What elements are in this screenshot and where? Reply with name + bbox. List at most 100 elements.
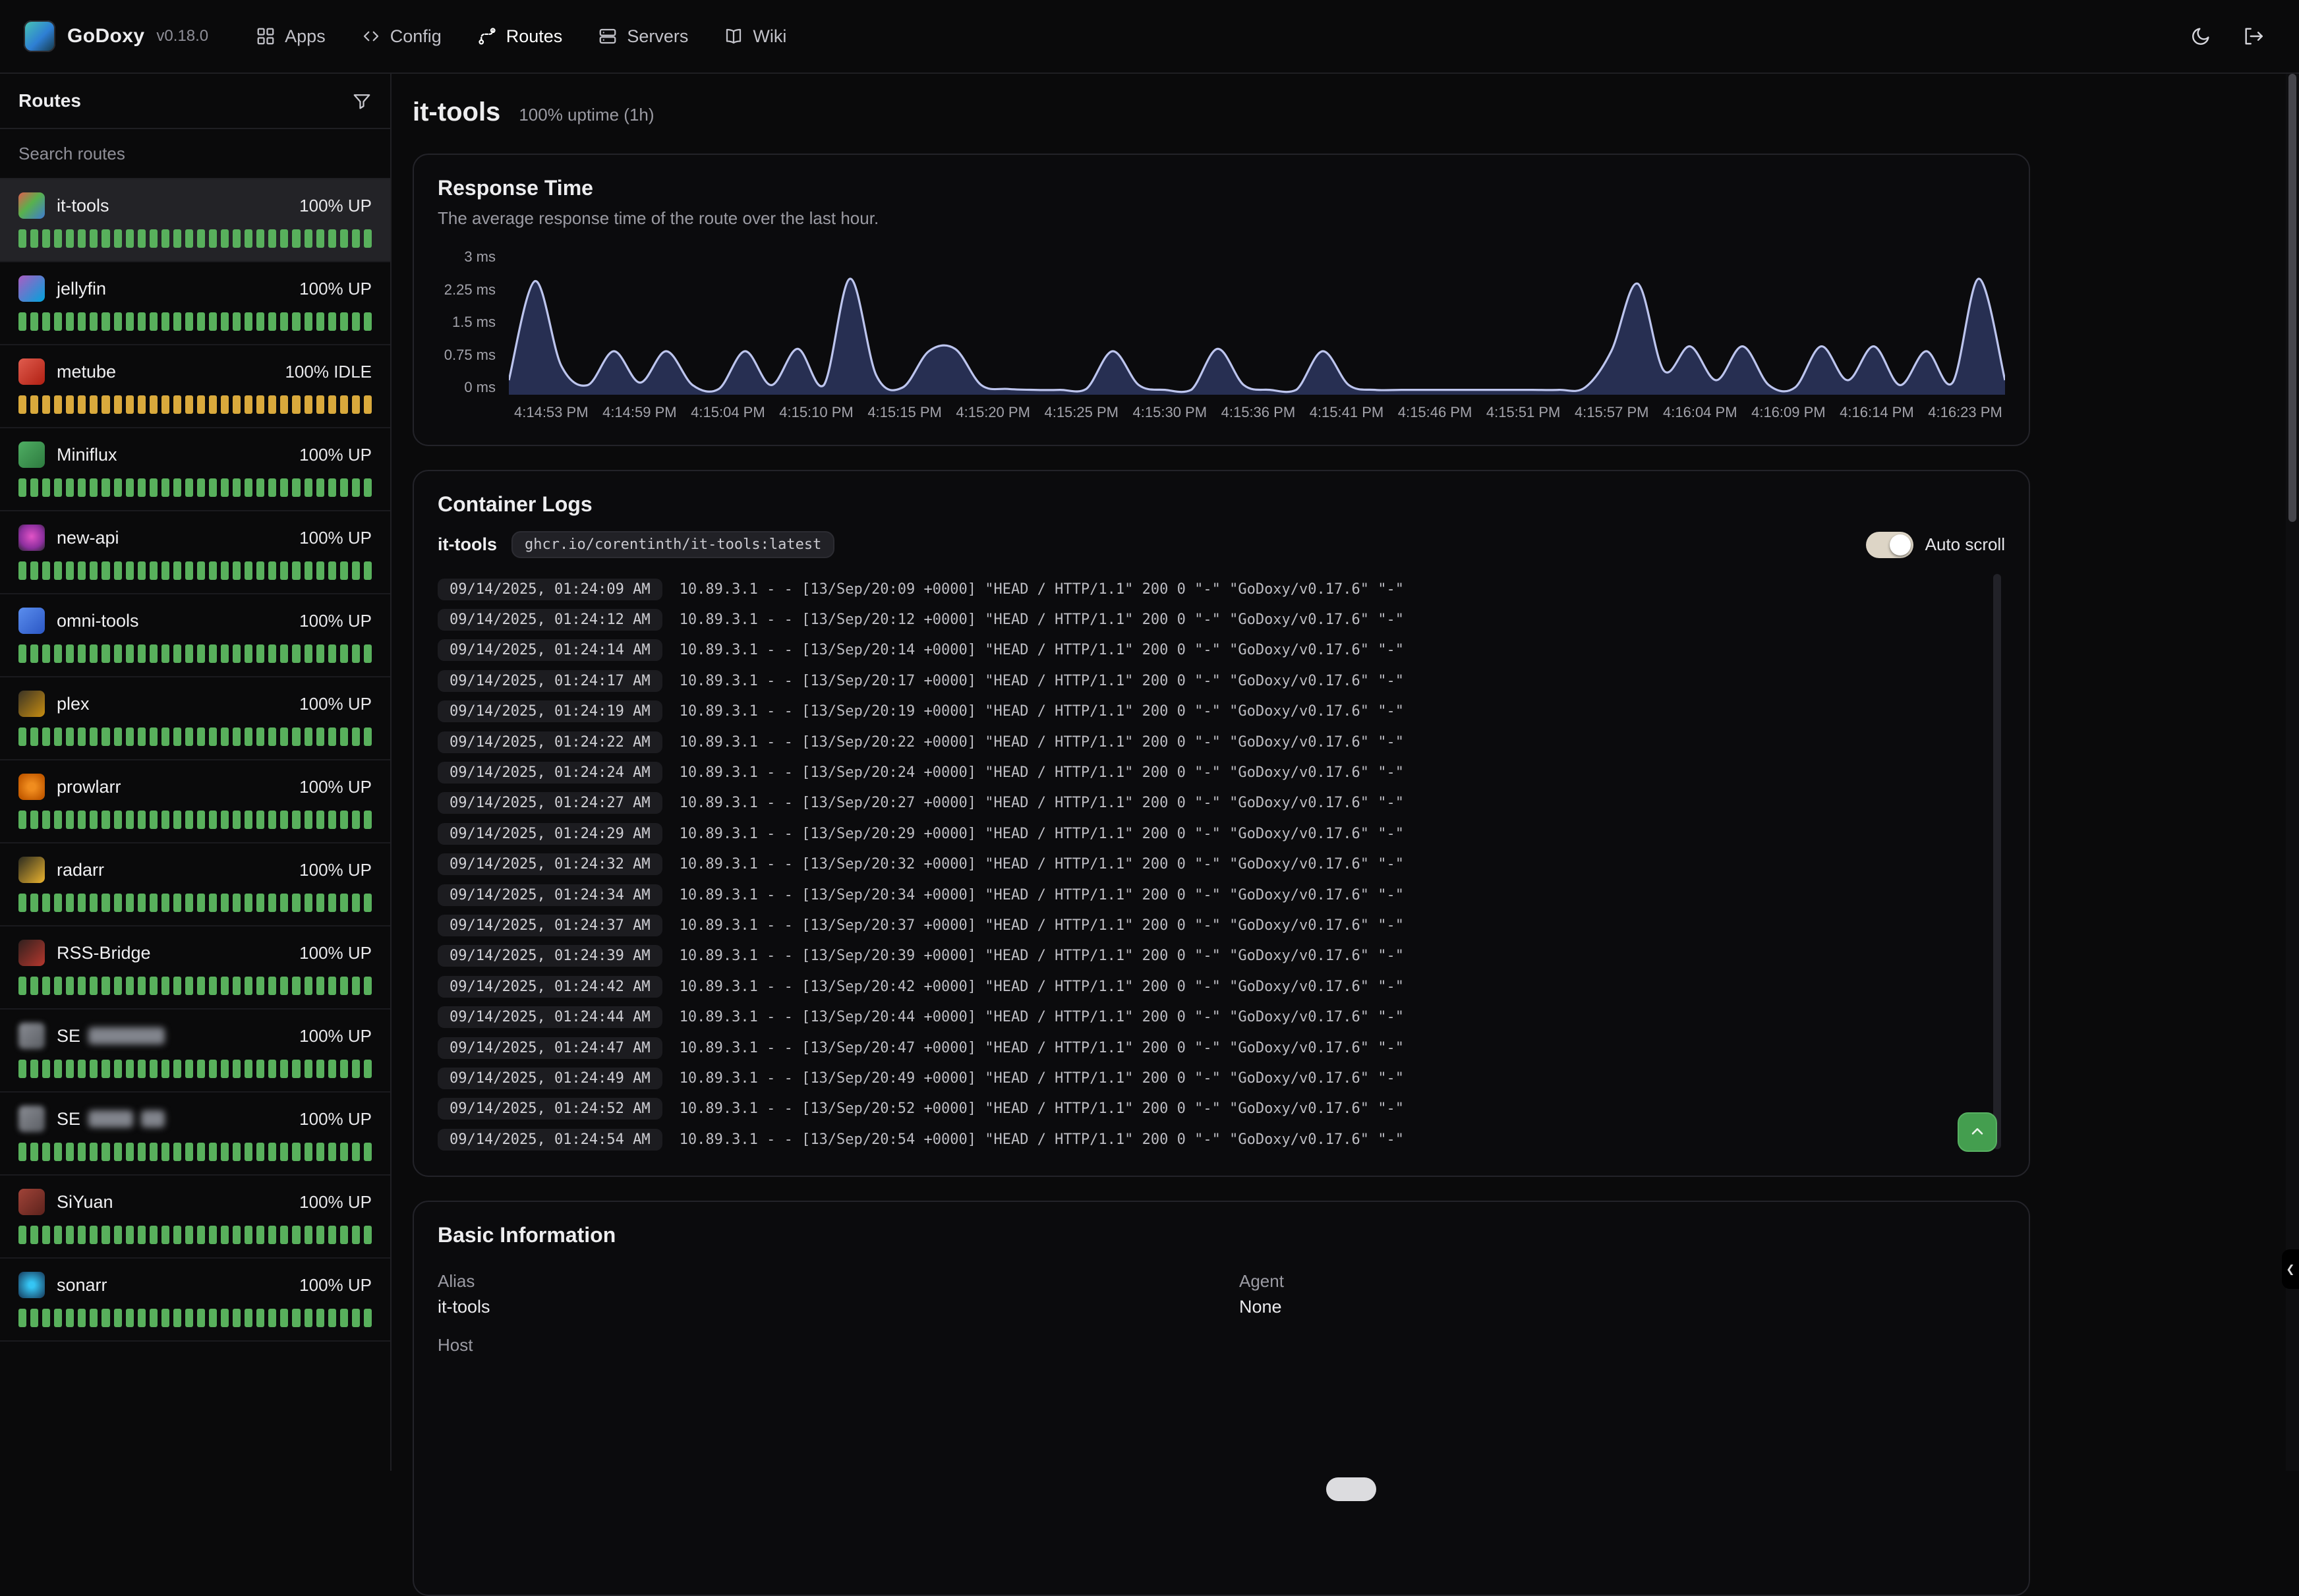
route-list-item[interactable]: SE 100% UP	[0, 1093, 390, 1176]
log-row: 09/14/2025, 01:24:42 AM 10.89.3.1 - - [1…	[438, 971, 1976, 1002]
nav-item-servers[interactable]: Servers	[598, 26, 688, 47]
basic-information-title: Basic Information	[438, 1223, 2005, 1247]
route-uptime-bars	[18, 1226, 372, 1244]
top-navbar: GoDoxy v0.18.0 Apps Config Routes Server…	[0, 0, 2299, 74]
nav-label: Config	[390, 26, 442, 47]
route-name: jellyfin	[57, 279, 106, 299]
route-list-item[interactable]: SiYuan 100% UP	[0, 1176, 390, 1259]
route-list-item[interactable]: metube 100% IDLE	[0, 345, 390, 428]
route-list-item[interactable]: RSS-Bridge 100% UP	[0, 926, 390, 1010]
nav-label: Routes	[506, 26, 563, 47]
page-scrollbar-thumb[interactable]	[2288, 74, 2296, 522]
theme-toggle-button[interactable]	[2190, 25, 2212, 47]
route-name: it-tools	[57, 196, 109, 216]
route-icon	[18, 1272, 45, 1298]
route-list-item[interactable]: new-api 100% UP	[0, 511, 390, 594]
route-icon	[477, 26, 497, 46]
log-message: 10.89.3.1 - - [13/Sep/20:52 +0000] "HEAD…	[680, 1100, 1404, 1117]
log-list[interactable]: 09/14/2025, 01:24:09 AM 10.89.3.1 - - [1…	[438, 574, 2005, 1154]
log-timestamp: 09/14/2025, 01:24:24 AM	[438, 762, 662, 784]
route-uptime-bars	[18, 977, 372, 995]
grid-icon	[256, 26, 276, 46]
log-message: 10.89.3.1 - - [13/Sep/20:09 +0000] "HEAD…	[680, 581, 1404, 598]
code-icon	[361, 26, 381, 46]
log-timestamp: 09/14/2025, 01:24:12 AM	[438, 609, 662, 631]
info-field: Host	[438, 1335, 1239, 1382]
nav-item-routes[interactable]: Routes	[477, 26, 563, 47]
route-icon	[18, 1189, 45, 1215]
brand[interactable]: GoDoxy v0.18.0	[24, 20, 208, 52]
route-uptime-bars	[18, 894, 372, 912]
log-message: 10.89.3.1 - - [13/Sep/20:34 +0000] "HEAD…	[680, 887, 1404, 903]
auto-scroll-label: Auto scroll	[1925, 534, 2005, 555]
collapse-panel-handle[interactable]: ❮	[2282, 1249, 2299, 1289]
nav-item-apps[interactable]: Apps	[256, 26, 326, 47]
log-row: 09/14/2025, 01:24:22 AM 10.89.3.1 - - [1…	[438, 727, 1976, 757]
route-list-item[interactable]: SE 100% UP	[0, 1010, 390, 1093]
container-logs-card: Container Logs it-tools ghcr.io/corentin…	[413, 470, 2030, 1177]
info-field-label: Alias	[438, 1271, 1239, 1292]
route-uptime-bars	[18, 478, 372, 497]
route-list-item[interactable]: sonarr 100% UP	[0, 1259, 390, 1342]
nav-item-config[interactable]: Config	[361, 26, 442, 47]
route-uptime-bars	[18, 811, 372, 829]
route-name: plex	[57, 694, 90, 714]
log-row: 09/14/2025, 01:24:44 AM 10.89.3.1 - - [1…	[438, 1002, 1976, 1032]
logout-button[interactable]	[2242, 25, 2265, 47]
uptime-summary: 100% uptime (1h)	[519, 105, 654, 125]
log-timestamp: 09/14/2025, 01:24:47 AM	[438, 1037, 662, 1059]
info-field-label: Host	[438, 1335, 1239, 1355]
route-icon	[18, 275, 45, 302]
nav-label: Servers	[627, 26, 688, 47]
basic-information-card: Basic Information Aliasit-toolsAgentNone…	[413, 1201, 2030, 1596]
log-message: 10.89.3.1 - - [13/Sep/20:24 +0000] "HEAD…	[680, 764, 1404, 781]
route-icon	[18, 774, 45, 800]
filter-routes-button[interactable]	[352, 91, 372, 111]
partial-badge[interactable]	[1326, 1477, 1376, 1501]
route-uptime-bars	[18, 229, 372, 248]
route-status-badge: 100% UP	[299, 1109, 372, 1129]
godoxy-logo-icon	[24, 20, 55, 52]
logs-scrollbar[interactable]	[1993, 574, 2001, 1149]
log-message: 10.89.3.1 - - [13/Sep/20:39 +0000] "HEAD…	[680, 948, 1404, 964]
route-list-item[interactable]: omni-tools 100% UP	[0, 594, 390, 677]
route-icon	[18, 358, 45, 385]
book-icon	[724, 26, 743, 46]
server-icon	[598, 26, 618, 46]
filter-funnel-icon	[352, 91, 372, 111]
route-status-badge: 100% UP	[299, 1192, 372, 1212]
auto-scroll-toggle[interactable]	[1866, 532, 1913, 558]
log-timestamp: 09/14/2025, 01:24:49 AM	[438, 1068, 662, 1089]
route-icon	[18, 608, 45, 634]
log-timestamp: 09/14/2025, 01:24:09 AM	[438, 579, 662, 600]
log-row: 09/14/2025, 01:24:19 AM 10.89.3.1 - - [1…	[438, 697, 1976, 727]
log-timestamp: 09/14/2025, 01:24:22 AM	[438, 731, 662, 753]
log-message: 10.89.3.1 - - [13/Sep/20:47 +0000] "HEAD…	[680, 1040, 1404, 1056]
route-list-item[interactable]: jellyfin 100% UP	[0, 262, 390, 345]
route-list-item[interactable]: prowlarr 100% UP	[0, 760, 390, 843]
route-list-item[interactable]: Miniflux 100% UP	[0, 428, 390, 511]
routes-sidebar: Routes it-tools 100% UP jellyfin 100% UP…	[0, 74, 392, 1471]
response-time-chart: 3 ms2.25 ms1.5 ms0.75 ms0 ms	[438, 250, 2005, 395]
route-list-item[interactable]: radarr 100% UP	[0, 843, 390, 926]
info-field: AgentNone	[1239, 1271, 2005, 1318]
route-list-item[interactable]: plex 100% UP	[0, 677, 390, 760]
log-row: 09/14/2025, 01:24:09 AM 10.89.3.1 - - [1…	[438, 574, 1976, 604]
search-routes-input[interactable]	[0, 129, 390, 179]
nav-item-wiki[interactable]: Wiki	[724, 26, 786, 47]
info-field: Aliasit-tools	[438, 1271, 1239, 1318]
route-name: RSS-Bridge	[57, 943, 151, 963]
log-timestamp: 09/14/2025, 01:24:32 AM	[438, 853, 662, 875]
route-uptime-bars	[18, 312, 372, 331]
container-image-badge: ghcr.io/corentinth/it-tools:latest	[511, 531, 834, 558]
log-row: 09/14/2025, 01:24:52 AM 10.89.3.1 - - [1…	[438, 1094, 1976, 1124]
log-timestamp: 09/14/2025, 01:24:54 AM	[438, 1129, 662, 1151]
log-row: 09/14/2025, 01:24:47 AM 10.89.3.1 - - [1…	[438, 1033, 1976, 1063]
container-logs-title: Container Logs	[438, 492, 2005, 517]
route-icon	[18, 525, 45, 551]
log-message: 10.89.3.1 - - [13/Sep/20:44 +0000] "HEAD…	[680, 1009, 1404, 1025]
route-list-item[interactable]: it-tools 100% UP	[0, 179, 390, 262]
info-field-value	[438, 1361, 1239, 1382]
scroll-to-top-button[interactable]	[1958, 1112, 1997, 1152]
route-name: SE	[57, 1026, 165, 1046]
